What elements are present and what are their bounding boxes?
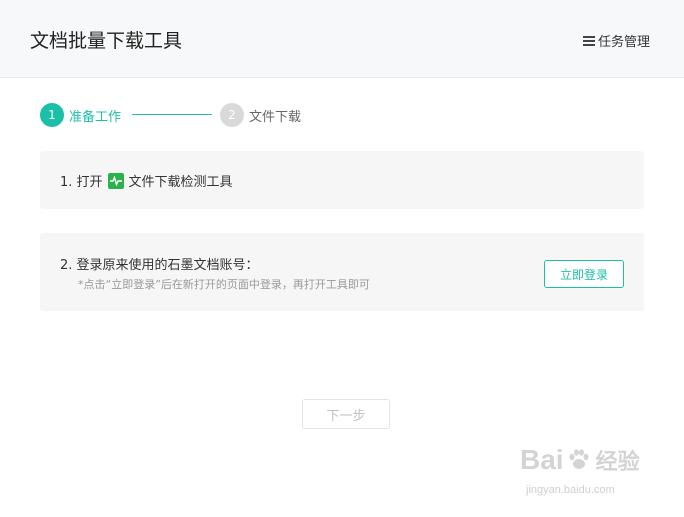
- watermark-logo-right: 经验: [595, 449, 640, 474]
- pulse-icon: [107, 172, 124, 189]
- open-tool-prefix: 1. 打开: [60, 175, 103, 190]
- task-manager-button[interactable]: 任务管理: [582, 31, 650, 50]
- task-manager-label: 任务管理: [597, 35, 650, 50]
- watermark-url: jingyan.baidu.com: [526, 484, 615, 496]
- step-2-circle: 2: [220, 103, 244, 127]
- step-connector: [132, 114, 212, 115]
- baidu-jingyan-watermark: Bai 经验 jingyan.baidu.com: [520, 444, 650, 504]
- step-indicator: 1 准备工作 2 文件下载: [40, 103, 340, 127]
- step-1-circle: 1: [40, 103, 64, 127]
- open-tool-card: 1. 打开 文件下载检测工具: [40, 151, 644, 209]
- open-tool-line: 1. 打开 文件下载检测工具: [60, 171, 233, 190]
- list-icon: [582, 35, 595, 46]
- tool-link[interactable]: 文件下载检测工具: [129, 171, 233, 190]
- next-step-button[interactable]: 下一步: [302, 399, 390, 429]
- watermark-logo: Bai 经验: [520, 444, 640, 476]
- app-title: 文档批量下载工具: [30, 30, 183, 52]
- step-1-label: 准备工作: [69, 109, 122, 125]
- login-instruction: 2. 登录原来使用的石墨文档账号：: [60, 258, 259, 273]
- login-card: 2. 登录原来使用的石墨文档账号： *点击“立即登录”后在新打开的页面中登录，再…: [40, 233, 644, 311]
- step-2-label: 文件下载: [249, 109, 302, 125]
- app-header: 文档批量下载工具 任务管理: [0, 0, 684, 78]
- login-hint: *点击“立即登录”后在新打开的页面中登录，再打开工具即可: [78, 278, 370, 291]
- watermark-logo-left: Bai: [520, 444, 564, 475]
- step-download: 2 文件下载: [220, 103, 301, 127]
- step-prepare: 1 准备工作: [40, 103, 121, 127]
- login-now-button[interactable]: 立即登录: [544, 260, 624, 288]
- paw-icon: [569, 449, 589, 469]
